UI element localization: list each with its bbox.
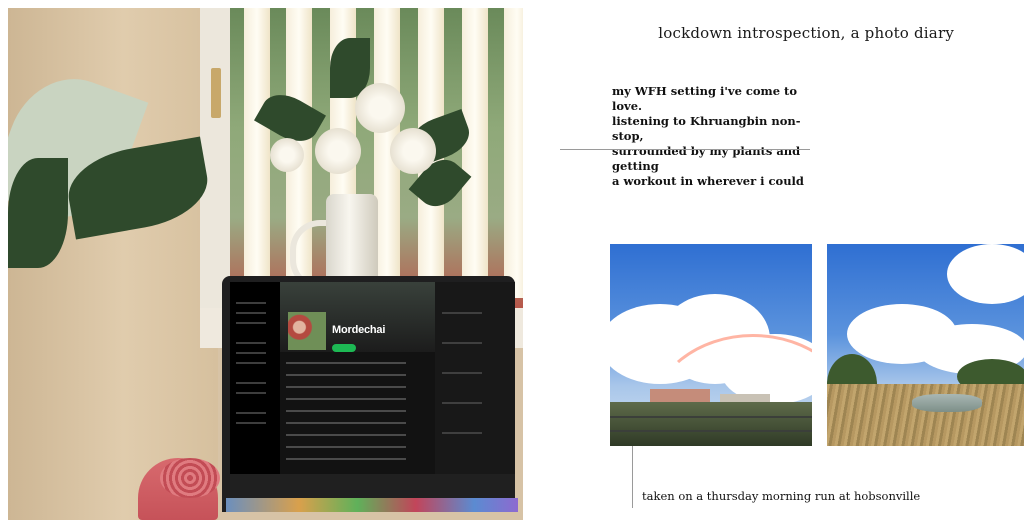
track-row — [286, 374, 406, 376]
track-row — [286, 422, 406, 424]
track-row — [286, 434, 406, 436]
flower — [390, 128, 436, 174]
track-row — [286, 362, 406, 364]
window-blind-slat — [504, 8, 523, 298]
laptop-screen: Mordechai — [230, 282, 515, 490]
flower — [315, 128, 361, 174]
fence — [610, 430, 812, 432]
page-title: lockdown introspection, a photo diary — [658, 24, 954, 42]
sidebar-item — [236, 322, 266, 324]
activity-item — [442, 312, 482, 314]
activity-item — [442, 402, 482, 404]
activity-item — [442, 432, 482, 434]
track-row — [286, 446, 406, 448]
intro-paragraph: my WFH setting i've come to love. listen… — [612, 84, 804, 188]
flower — [355, 83, 405, 133]
sidebar-item — [236, 362, 266, 364]
track-row — [286, 386, 406, 388]
sidebar-item — [236, 302, 266, 304]
photo-caption: taken on a thursday morning run at hobso… — [642, 489, 921, 503]
sidebar-item — [236, 352, 266, 354]
sidebar-item — [236, 382, 266, 384]
monstera-leaf — [8, 158, 68, 268]
track-row — [286, 458, 406, 460]
wetland-photo — [827, 244, 1024, 446]
sidebar-item — [236, 312, 266, 314]
track-row — [286, 398, 406, 400]
sidebar-item — [236, 422, 266, 424]
intro-divider — [560, 149, 810, 150]
play-button — [332, 344, 356, 352]
yoga-mat-roll — [160, 458, 220, 498]
sidebar-item — [236, 392, 266, 394]
album-cover — [288, 312, 326, 350]
playback-bar — [230, 474, 515, 490]
ground — [610, 402, 812, 446]
activity-item — [442, 342, 482, 344]
building — [650, 389, 710, 403]
app-dock — [226, 498, 518, 512]
flower-bouquet — [254, 38, 476, 216]
sidebar-item — [236, 342, 266, 344]
fence — [610, 416, 812, 418]
pond — [912, 394, 982, 412]
sidebar-item — [236, 412, 266, 414]
activity-item — [442, 372, 482, 374]
reeds — [827, 384, 1024, 446]
album-title: Mordechai — [332, 324, 386, 336]
window-latch — [211, 68, 221, 118]
flower — [270, 138, 304, 172]
caption-divider — [632, 446, 633, 508]
rainbow-sky-photo — [610, 244, 812, 446]
track-row — [286, 410, 406, 412]
